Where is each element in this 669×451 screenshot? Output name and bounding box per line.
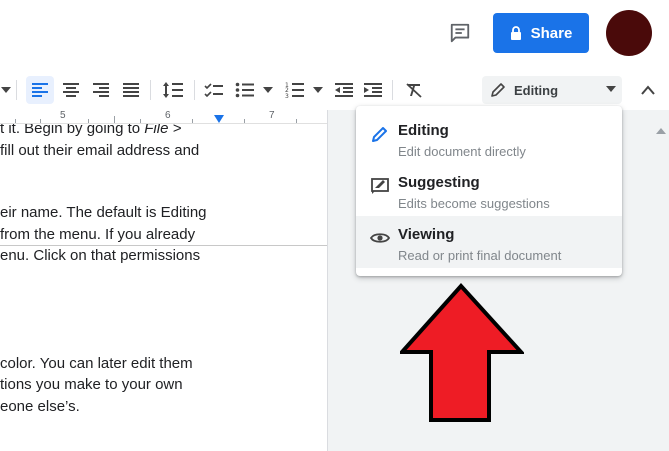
- numbered-list-dropdown[interactable]: [310, 76, 326, 104]
- chevron-down-icon: [313, 87, 323, 93]
- ruler[interactable]: 5 6 7: [0, 110, 330, 124]
- lock-icon: [510, 26, 521, 40]
- mode-menu: Editing Edit document directly Suggestin…: [356, 106, 622, 276]
- menu-item-editing[interactable]: Editing Edit document directly: [356, 112, 622, 164]
- menu-item-description: Edits become suggestions: [398, 196, 550, 211]
- share-button[interactable]: Share: [493, 13, 589, 53]
- ruler-number: 5: [60, 110, 66, 121]
- line-spacing-icon: [163, 82, 183, 98]
- document-line: t it. Begin by going to File >: [0, 124, 181, 137]
- align-right-button[interactable]: [87, 76, 115, 104]
- ruler-tick: [140, 119, 141, 123]
- bulleted-list-button[interactable]: [232, 76, 258, 104]
- page-break-line: [0, 245, 327, 246]
- menu-item-description: Edit document directly: [398, 144, 526, 159]
- chevron-down-icon: [606, 86, 616, 92]
- menu-item-title: Suggesting: [398, 174, 480, 191]
- ruler-tick: [114, 116, 115, 123]
- increase-indent-icon: [364, 83, 382, 97]
- header: Share: [0, 0, 669, 66]
- menu-item-viewing[interactable]: Viewing Read or print final document: [356, 216, 622, 268]
- comment-icon: [450, 23, 470, 43]
- decrease-indent-button[interactable]: [331, 76, 357, 104]
- comment-history-button[interactable]: [446, 19, 474, 47]
- document-line: eir name. The default is Editing: [0, 204, 207, 221]
- document-page[interactable]: t it. Begin by going to File > fill out …: [0, 124, 327, 451]
- avatar[interactable]: [606, 10, 652, 56]
- share-label: Share: [530, 24, 573, 42]
- numbered-list-icon: 1 2 3: [285, 82, 304, 99]
- checklist-icon: [204, 83, 223, 98]
- ruler-tick: [192, 119, 193, 123]
- toolbar: 1 2 3 Editing: [0, 70, 669, 110]
- scroll-up-arrow-icon[interactable]: [656, 128, 666, 134]
- justify-icon: [123, 83, 139, 97]
- align-left-icon: [32, 83, 48, 97]
- toolbar-divider: [194, 80, 195, 100]
- svg-text:3: 3: [285, 93, 289, 99]
- align-left-button[interactable]: [26, 76, 54, 104]
- editing-mode-label: Editing: [514, 82, 559, 98]
- justify-button[interactable]: [117, 76, 145, 104]
- suggest-icon: [370, 176, 390, 196]
- font-size-dropdown-caret[interactable]: [0, 76, 12, 104]
- align-right-icon: [93, 83, 109, 97]
- toolbar-divider: [16, 80, 17, 100]
- menu-item-title: Viewing: [398, 226, 455, 243]
- right-indent-marker-icon[interactable]: [214, 115, 224, 123]
- ruler-number: 7: [269, 110, 275, 121]
- eye-icon: [370, 228, 390, 248]
- chevron-down-icon: [263, 87, 273, 93]
- file-menu-reference: File >: [144, 124, 182, 137]
- align-center-icon: [63, 83, 79, 97]
- ruler-tick: [244, 119, 245, 123]
- menu-item-suggesting[interactable]: Suggesting Edits become suggestions: [356, 164, 622, 216]
- editing-mode-button[interactable]: Editing: [482, 76, 622, 104]
- hide-menus-button[interactable]: [634, 76, 662, 104]
- numbered-list-button[interactable]: 1 2 3: [282, 76, 308, 104]
- red-arrow-pointer-icon: [400, 283, 524, 422]
- increase-indent-button[interactable]: [360, 76, 386, 104]
- ruler-tick: [15, 119, 16, 123]
- checklist-button[interactable]: [201, 76, 227, 104]
- document-line: from the menu. If you already: [0, 226, 196, 243]
- document-line: color. You can later edit them: [0, 355, 193, 372]
- document-line: tions you make to your own: [0, 376, 183, 393]
- chevron-down-icon: [1, 87, 11, 93]
- ruler-number: 6: [165, 110, 171, 121]
- pencil-icon: [370, 124, 390, 144]
- chevron-up-icon: [641, 85, 655, 95]
- clear-formatting-icon: [406, 83, 422, 98]
- ruler-tick: [88, 119, 89, 123]
- menu-item-title: Editing: [398, 122, 449, 139]
- ruler-tick: [296, 119, 297, 123]
- bulleted-list-dropdown[interactable]: [260, 76, 276, 104]
- pencil-icon: [491, 83, 505, 97]
- bulleted-list-icon: [235, 82, 254, 98]
- line-spacing-button[interactable]: [158, 76, 188, 104]
- toolbar-divider: [392, 80, 393, 100]
- align-center-button[interactable]: [57, 76, 85, 104]
- clear-formatting-button[interactable]: [400, 76, 428, 104]
- document-line: enu. Click on that permissions: [0, 247, 201, 264]
- ruler-tick: [40, 119, 41, 123]
- toolbar-divider: [150, 80, 151, 100]
- document-line: eone else’s.: [0, 398, 80, 415]
- document-line: fill out their email address and: [0, 142, 200, 159]
- menu-item-description: Read or print final document: [398, 248, 562, 263]
- decrease-indent-icon: [335, 83, 353, 97]
